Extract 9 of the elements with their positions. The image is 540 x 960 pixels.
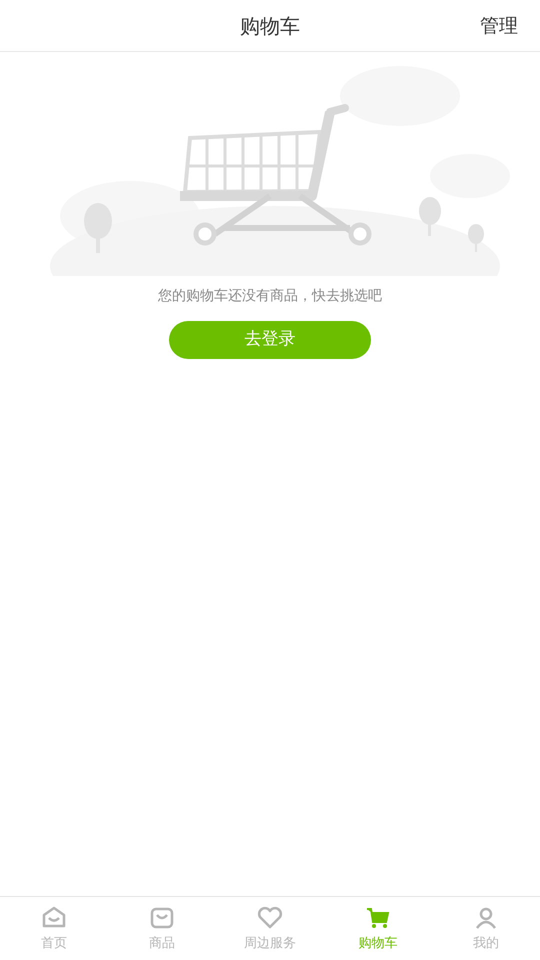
empty-cart-message: 您的购物车还没有商品，快去挑选吧 [158, 287, 382, 306]
tab-item[interactable]: 我的 [432, 897, 540, 960]
tab-item[interactable]: 商品 [108, 897, 216, 960]
tab-item[interactable]: 周边服务 [216, 897, 324, 960]
page-title: 购物车 [240, 12, 300, 40]
tab-item[interactable]: 购物车 [324, 897, 432, 960]
manage-button[interactable]: 管理 [480, 12, 518, 40]
tab-item[interactable]: 首页 [0, 897, 108, 960]
login-button[interactable]: 去登录 [169, 321, 371, 359]
